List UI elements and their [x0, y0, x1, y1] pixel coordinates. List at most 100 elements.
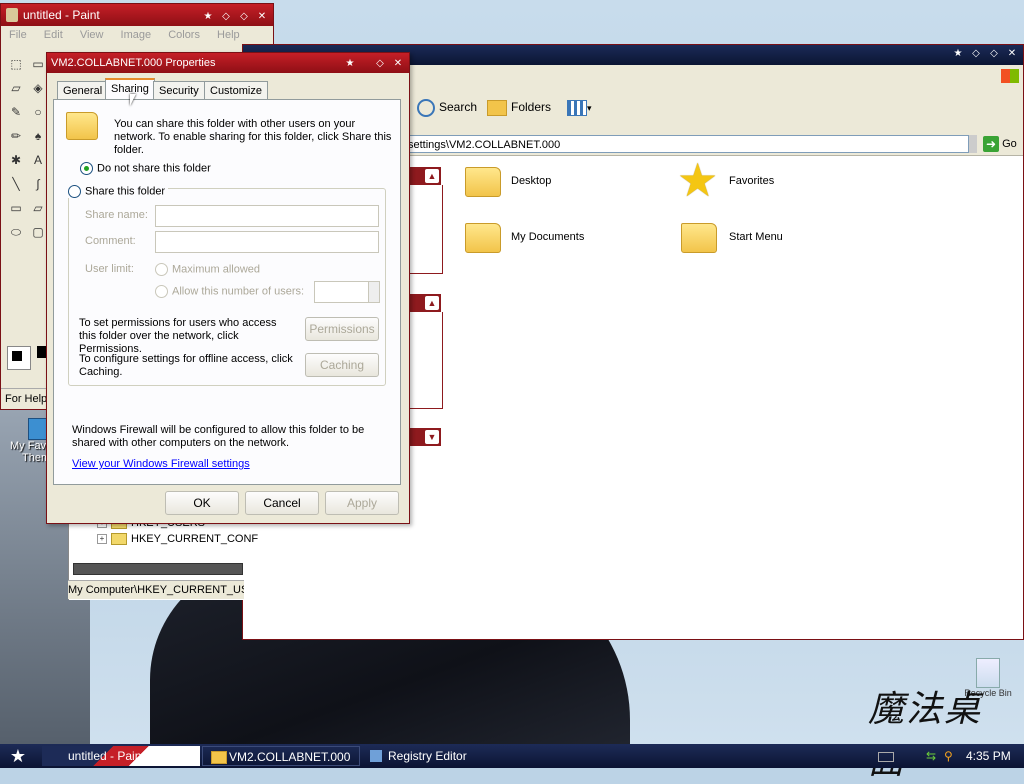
star-icon[interactable]: ★ [343, 57, 357, 71]
task-pane-header-1[interactable]: ▲ [407, 167, 441, 185]
windows-logo-icon [1001, 69, 1019, 83]
firewall-text: Windows Firewall will be configured to a… [72, 424, 365, 449]
item-my-documents[interactable]: My Documents [463, 219, 623, 259]
task-pane-header-2[interactable]: ▲ [407, 294, 441, 312]
folders-icon [487, 99, 507, 116]
go-button[interactable]: ➜ Go [983, 135, 1021, 153]
folder-icon [211, 751, 227, 764]
expand-icon[interactable]: + [97, 534, 107, 545]
polygon-icon[interactable]: ▱ [29, 199, 47, 217]
radio-button[interactable] [80, 162, 93, 175]
apply-button[interactable]: Apply [325, 491, 399, 515]
search-icon[interactable]: ⚲ [944, 744, 953, 768]
rounded-rect-icon[interactable]: ▢ [29, 223, 47, 241]
brush-icon[interactable]: ♠ [29, 127, 47, 145]
collapse-up-icon[interactable]: ▲ [425, 296, 439, 310]
fill-icon[interactable]: ◈ [29, 79, 47, 97]
close-icon[interactable]: ✕ [255, 10, 269, 24]
ok-button[interactable]: OK [165, 491, 239, 515]
paint-titlebar[interactable]: untitled - Paint ★ ◇ ◇ ✕ [1, 4, 273, 26]
radio-label: Maximum allowed [172, 263, 261, 276]
radio-do-not-share[interactable]: Do not share this folder [80, 162, 211, 175]
menu-image[interactable]: Image [121, 29, 152, 41]
color-picker-icon[interactable]: ✎ [7, 103, 25, 121]
radio-button[interactable] [155, 285, 168, 298]
line-icon[interactable]: ╲ [7, 175, 25, 193]
keyboard-icon[interactable] [878, 752, 894, 762]
address-dropdown[interactable] [969, 135, 977, 153]
permissions-button[interactable]: Permissions [305, 317, 379, 341]
item-favorites[interactable]: ★ Favorites [677, 157, 837, 203]
radio-maximum-allowed[interactable]: Maximum allowed [155, 263, 260, 276]
radio-label: Share this folder [85, 185, 166, 198]
menu-help[interactable]: Help [217, 29, 240, 41]
horizontal-scrollbar[interactable] [73, 563, 243, 575]
go-arrow-icon: ➜ [983, 136, 999, 153]
caching-text: To configure settings for offline access… [79, 353, 293, 378]
dialog-titlebar[interactable]: VM2.COLLABNET.000 Properties ★ ◇ ✕ [47, 53, 409, 73]
radio-allow-number[interactable]: Allow this number of users: [155, 285, 304, 298]
firewall-settings-link[interactable]: View your Windows Firewall settings [72, 458, 250, 470]
radio-button[interactable] [155, 263, 168, 276]
folder-icon [111, 533, 127, 546]
star-icon[interactable]: ★ [201, 10, 215, 24]
permissions-text: To set permissions for users who access … [79, 317, 277, 355]
tree-row-hkey-current-config[interactable]: + HKEY_CURRENT_CONF [69, 531, 258, 547]
expand-down-icon[interactable]: ▼ [425, 430, 439, 444]
menu-view[interactable]: View [80, 29, 104, 41]
color-box[interactable] [7, 346, 47, 376]
tab-security[interactable]: Security [153, 81, 205, 100]
item-label: Favorites [729, 175, 775, 187]
comment-input[interactable] [155, 231, 379, 253]
rectangle-icon[interactable]: ▭ [7, 199, 25, 217]
task-paint[interactable]: untitled - Paint [42, 746, 200, 766]
minimize-icon[interactable]: ◇ [969, 47, 983, 61]
maximize-icon[interactable]: ◇ [987, 47, 1001, 61]
start-button[interactable]: ★ [6, 746, 30, 766]
free-select-icon[interactable]: ⬚ [7, 55, 25, 73]
collapse-up-icon[interactable]: ▲ [425, 169, 439, 183]
views-button[interactable]: ▾ [567, 95, 592, 119]
tab-customize[interactable]: Customize [204, 81, 268, 100]
cancel-button[interactable]: Cancel [245, 491, 319, 515]
ellipse-icon[interactable]: ⬭ [7, 223, 25, 241]
user-count-stepper[interactable] [314, 281, 370, 303]
close-icon[interactable]: ✕ [391, 57, 405, 71]
task-pane-header-3[interactable]: ▼ [407, 428, 441, 446]
share-groupbox: Share name: Comment: User limit: Maximum… [65, 185, 386, 386]
task-registry-editor[interactable]: Registry Editor [362, 746, 520, 766]
folders-button[interactable]: Folders [487, 95, 551, 119]
radio-button[interactable] [68, 185, 81, 198]
sharing-tab-panel: You can share this folder with other use… [53, 99, 401, 485]
pencil-icon[interactable]: ✏ [7, 127, 25, 145]
task-explorer[interactable]: VM2.COLLABNET.000 [202, 746, 360, 766]
magnifier-icon[interactable]: ○ [29, 103, 47, 121]
caching-button[interactable]: Caching [305, 353, 379, 377]
close-icon[interactable]: ✕ [1005, 47, 1019, 61]
radio-share-this-folder[interactable]: Share this folder [65, 185, 169, 198]
dialog-title: VM2.COLLABNET.000 Properties [51, 57, 216, 69]
properties-dialog[interactable]: VM2.COLLABNET.000 Properties ★ ◇ ✕ General… [46, 52, 410, 524]
clock[interactable]: 4:35 PM [966, 744, 1011, 768]
go-label: Go [1002, 138, 1017, 150]
search-button[interactable]: Search [417, 95, 477, 119]
star-icon[interactable]: ★ [951, 47, 965, 61]
select-icon[interactable]: ▭ [29, 55, 47, 73]
eraser-icon[interactable]: ▱ [7, 79, 25, 97]
minimize-icon[interactable]: ◇ [219, 10, 233, 24]
airbrush-icon[interactable]: ✱ [7, 151, 25, 169]
curve-icon[interactable]: ∫ [29, 175, 47, 193]
maximize-icon[interactable]: ◇ [237, 10, 251, 24]
help-icon[interactable]: ◇ [373, 57, 387, 71]
share-name-input[interactable] [155, 205, 379, 227]
network-icon[interactable]: ⇆ [926, 744, 936, 768]
menu-edit[interactable]: Edit [44, 29, 63, 41]
text-icon[interactable]: A [29, 151, 47, 169]
menu-colors[interactable]: Colors [168, 29, 200, 41]
tab-general[interactable]: General [57, 81, 109, 100]
stepper-arrows[interactable] [368, 281, 380, 303]
menu-file[interactable]: File [9, 29, 27, 41]
item-start-menu[interactable]: Start Menu [681, 219, 841, 259]
item-desktop[interactable]: Desktop [463, 163, 623, 203]
views-dropdown-icon: ▾ [587, 103, 592, 113]
